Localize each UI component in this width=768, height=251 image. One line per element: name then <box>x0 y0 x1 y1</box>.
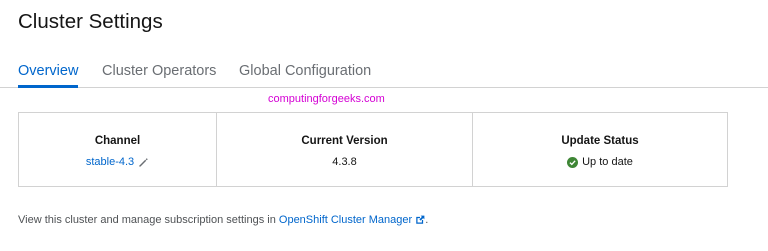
external-link-icon <box>415 215 425 225</box>
openshift-cluster-manager-link[interactable]: OpenShift Cluster Manager <box>279 214 425 226</box>
footer-suffix: . <box>425 214 429 226</box>
channel-value: stable-4.3 <box>19 156 216 168</box>
tab-global-configuration[interactable]: Global Configuration <box>239 62 371 80</box>
channel-cell: Channel stable-4.3 <box>19 113 217 186</box>
cluster-summary-card: Channel stable-4.3 Current Version 4.3.8… <box>18 112 728 187</box>
tab-cluster-operators[interactable]: Cluster Operators <box>102 62 216 80</box>
page-title: Cluster Settings <box>18 10 163 33</box>
footer-text: View this cluster and manage subscriptio… <box>18 214 279 226</box>
current-version-value: 4.3.8 <box>332 156 357 168</box>
update-status-text: Up to date <box>582 156 633 168</box>
channel-link[interactable]: stable-4.3 <box>86 156 134 168</box>
tab-bar: Overview Cluster Operators Global Config… <box>0 56 768 88</box>
update-status-value: Up to date <box>473 156 727 168</box>
current-version-label: Current Version <box>301 135 388 147</box>
openshift-cluster-manager-link-label: OpenShift Cluster Manager <box>278 214 413 226</box>
update-status-cell: Update Status Up to date <box>473 113 727 186</box>
current-version-cell: Current Version 4.3.8 <box>217 113 473 186</box>
check-circle-icon <box>567 156 579 168</box>
pencil-icon[interactable] <box>138 157 149 168</box>
tab-overview[interactable]: Overview <box>18 62 79 88</box>
footer-description: View this cluster and manage subscriptio… <box>18 214 428 226</box>
watermark-text: computingforgeeks.com <box>268 93 385 105</box>
channel-label: Channel <box>94 135 141 147</box>
update-status-label: Update Status <box>561 135 639 147</box>
